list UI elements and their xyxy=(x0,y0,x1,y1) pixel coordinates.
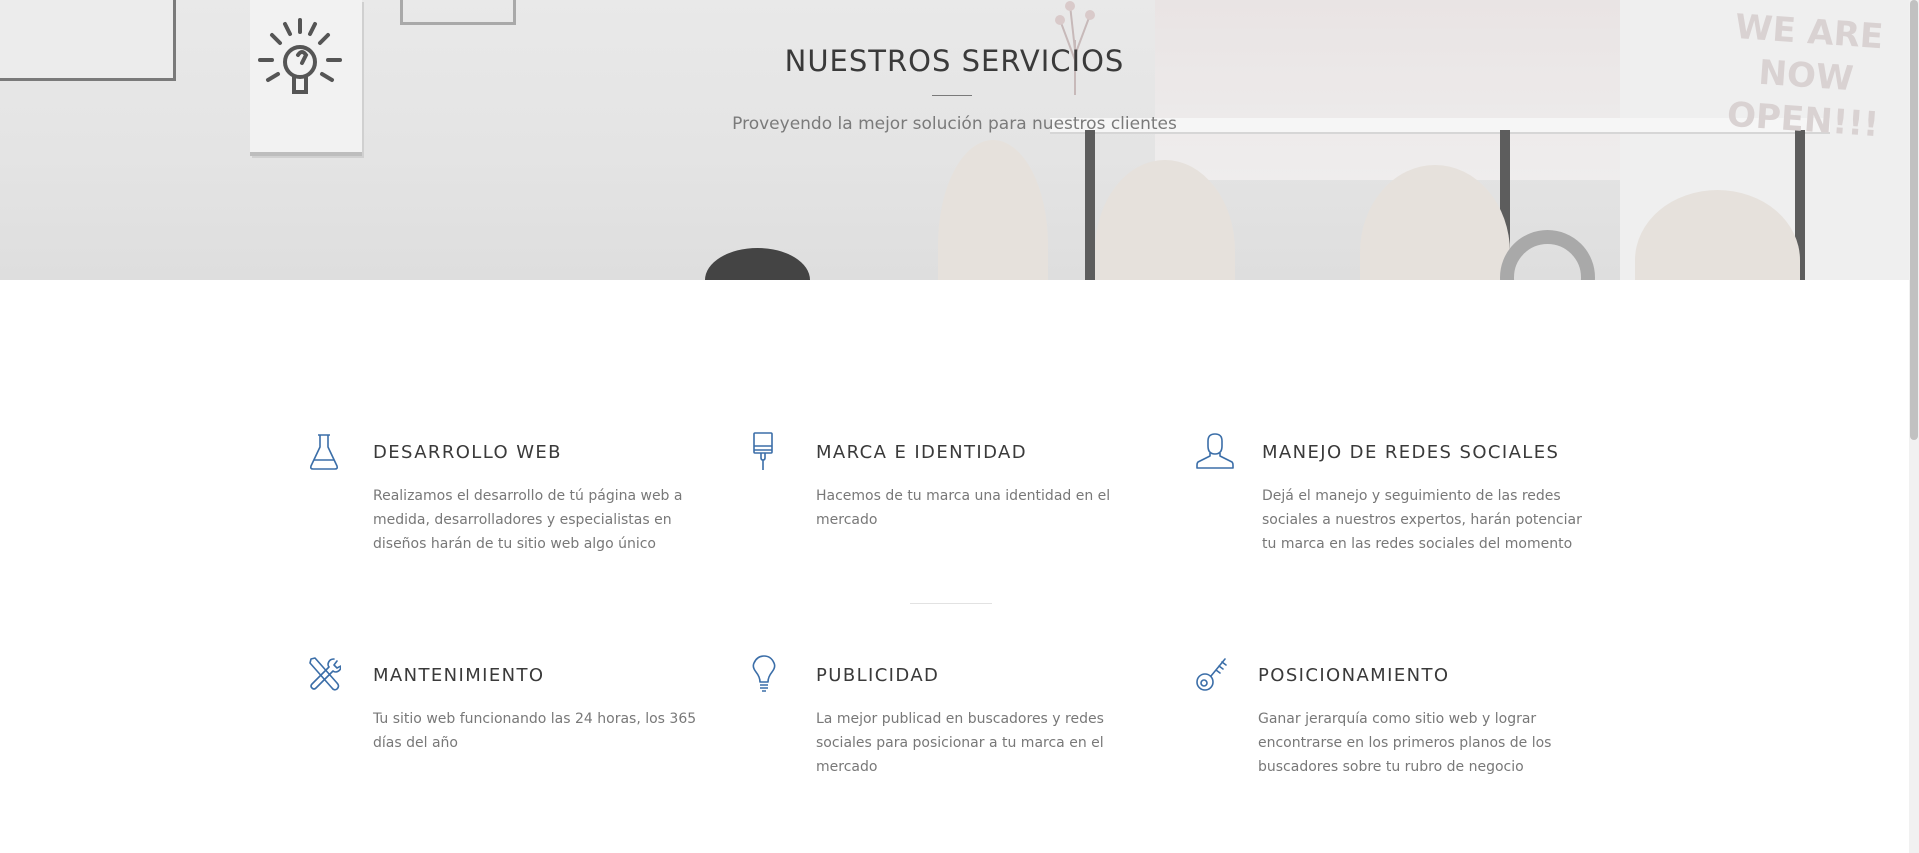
service-title: MANTENIMIENTO xyxy=(373,665,545,686)
page-subtitle: Proveyendo la mejor solución para nuestr… xyxy=(732,114,1177,134)
service-description: La mejor publicad en buscadores y redes … xyxy=(816,711,1104,775)
chair-image xyxy=(1360,165,1510,280)
chair-image xyxy=(705,248,810,280)
lightbulb-icon xyxy=(749,655,783,695)
service-description: Realizamos el desarrollo de tú página we… xyxy=(373,488,683,552)
page-title: NUESTROS SERVICIOS xyxy=(784,44,1125,78)
scrollbar-thumb[interactable] xyxy=(1910,0,1918,440)
car-wheel-image xyxy=(1500,230,1595,280)
service-description: Hacemos de tu marca una identidad en el … xyxy=(816,488,1111,528)
service-description: Ganar jerarquía como sitio web y lograr … xyxy=(1258,711,1552,775)
service-description: Tu sitio web funcionando las 24 horas, l… xyxy=(373,711,697,751)
service-title: MANEJO DE REDES SOCIALES xyxy=(1262,442,1560,463)
service-title: DESARROLLO WEB xyxy=(373,442,562,463)
flask-icon xyxy=(307,432,341,472)
background-picture-frame xyxy=(400,0,516,25)
service-title: PUBLICIDAD xyxy=(816,665,940,686)
service-title: MARCA E IDENTIDAD xyxy=(816,442,1027,463)
page-scrollbar[interactable] xyxy=(1909,0,1919,853)
hero-banner: WE ARE NOW OPEN!!! NUESTROS SERVICIOS Prov… xyxy=(0,0,1909,280)
service-title: POSICIONAMIENTO xyxy=(1258,665,1450,686)
chair-image xyxy=(938,140,1048,280)
service-description: Dejá el manejo y seguimiento de las rede… xyxy=(1262,488,1582,552)
section-divider xyxy=(910,603,992,604)
title-divider xyxy=(932,95,972,96)
paint-brush-icon xyxy=(749,432,783,472)
key-icon xyxy=(1195,655,1229,695)
user-icon xyxy=(1195,432,1234,472)
tools-icon xyxy=(307,655,341,695)
table-leg xyxy=(1085,130,1095,280)
